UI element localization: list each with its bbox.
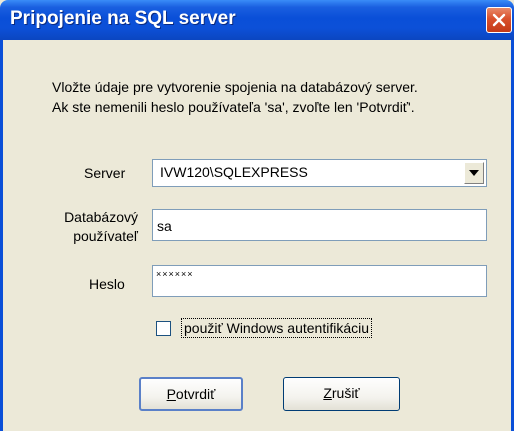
window-title: Pripojenie na SQL server [10,8,236,29]
intro-line-1: Vložte údaje pre vytvorenie spojenia na … [52,79,418,95]
user-input[interactable]: sa [152,209,487,241]
chevron-down-icon [469,170,479,176]
close-icon [492,13,506,27]
windows-auth-checkbox[interactable] [156,321,171,336]
confirm-button[interactable]: Potvrdiť [139,377,243,411]
close-button[interactable] [486,7,512,33]
user-value: sa [157,218,172,234]
user-label-line-1: Databázový [64,209,138,225]
server-select[interactable]: IVW120\SQLEXPRESS [152,159,487,187]
dialog-window: Pripojenie na SQL server Vložte údaje pr… [0,0,514,431]
server-label: Server [84,165,126,181]
user-label: Databázový používateľ [44,208,138,246]
windows-auth-label[interactable]: použiť Windows autentifikáciu [181,318,373,338]
confirm-button-label: Potvrdiť [166,386,216,402]
server-dropdown-button[interactable] [464,162,484,184]
intro-line-2: Ak ste nemenili heslo používateľa 'sa', … [52,99,415,115]
password-input[interactable]: ×××××× [152,265,487,297]
server-value: IVW120\SQLEXPRESS [160,164,308,180]
intro-text: Vložte údaje pre vytvorenie spojenia na … [52,77,502,117]
user-label-line-2: používateľ [73,228,138,244]
title-bar[interactable]: Pripojenie na SQL server [0,0,514,40]
cancel-button-label: Zrušiť [323,385,360,401]
window-border-left [0,40,3,431]
password-label: Heslo [89,276,125,292]
password-value: ×××××× [156,269,194,279]
cancel-button[interactable]: Zrušiť [283,377,400,411]
